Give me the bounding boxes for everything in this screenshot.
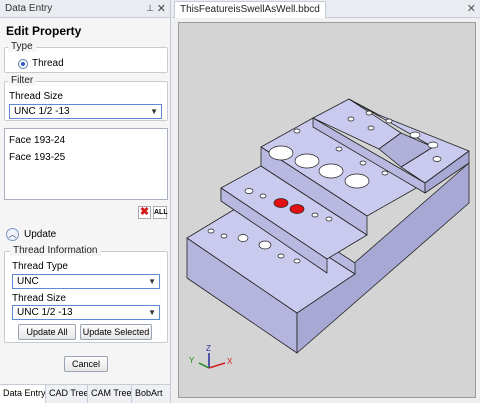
thread-type-label: Thread Type xyxy=(12,261,68,272)
pin-icon[interactable]: ⊥ xyxy=(146,3,154,14)
list-item[interactable]: Face 193-24 xyxy=(5,133,167,147)
thread-size-label: Thread Size xyxy=(9,91,63,102)
delete-icon[interactable]: ✖ xyxy=(138,206,151,219)
svg-text:X: X xyxy=(227,357,233,366)
document-tabbar: ThisFeatureisSwellAsWell.bbcd ✕ xyxy=(172,0,480,18)
tab-cam-tree[interactable]: CAM Tree xyxy=(88,385,132,403)
radio-selected-icon xyxy=(18,58,28,69)
select-all-icon[interactable]: ALL xyxy=(153,206,168,219)
page-title: Edit Property xyxy=(6,24,82,38)
select-all-label: ALL xyxy=(154,209,168,216)
tab-data-entry[interactable]: Data Entry xyxy=(0,385,46,403)
tab-document[interactable]: ThisFeatureisSwellAsWell.bbcd xyxy=(174,1,326,18)
svg-text:Y: Y xyxy=(189,356,195,365)
face-193-24 xyxy=(273,198,289,208)
info-thread-size-value: UNC 1/2 -13 xyxy=(17,307,73,318)
cad-model-view[interactable]: Z X Y xyxy=(179,23,477,399)
thread-radio[interactable]: Thread xyxy=(18,58,64,69)
data-entry-panel: Data Entry ⊥ ✕ Edit Property Type Thread… xyxy=(0,0,171,403)
close-icon[interactable]: ✕ xyxy=(157,2,166,15)
face-193-25 xyxy=(289,204,305,214)
panel-tabs: Data Entry CAD Tree CAM Tree BobArt xyxy=(0,384,171,403)
tab-bobart[interactable]: BobArt xyxy=(132,385,171,403)
thread-info-legend: Thread Information xyxy=(10,245,101,256)
3d-viewport[interactable]: Z X Y xyxy=(178,22,476,398)
filter-thread-size-select[interactable]: UNC 1/2 -13 ▼ xyxy=(9,104,162,119)
cancel-button[interactable]: Cancel xyxy=(64,356,108,372)
panel-title: Data Entry xyxy=(5,3,53,14)
filter-legend: Filter xyxy=(8,75,37,86)
filter-thread-size-value: UNC 1/2 -13 xyxy=(14,106,70,117)
panel-title-bar: Data Entry ⊥ ✕ xyxy=(0,0,170,18)
faces-list[interactable]: Face 193-24 Face 193-25 xyxy=(4,128,168,200)
thread-type-value: UNC xyxy=(17,276,39,287)
info-thread-size-label: Thread Size xyxy=(12,293,66,304)
cad-model xyxy=(186,98,470,354)
thread-radio-label: Thread xyxy=(32,58,64,69)
thread-type-select[interactable]: UNC ▼ xyxy=(12,274,160,289)
axis-triad-icon: Z X Y xyxy=(189,344,233,369)
update-label: Update xyxy=(24,229,57,240)
update-all-button[interactable]: Update All xyxy=(18,324,76,340)
close-icon[interactable]: ✕ xyxy=(467,2,476,15)
tab-cad-tree[interactable]: CAD Tree xyxy=(46,385,88,403)
chevron-down-icon: ▼ xyxy=(148,277,156,286)
update-selected-button[interactable]: Update Selected xyxy=(80,324,152,340)
update-expander[interactable]: ︿ Update xyxy=(6,228,56,241)
type-legend: Type xyxy=(8,41,36,52)
svg-text:Z: Z xyxy=(206,344,211,353)
chevron-down-icon: ▼ xyxy=(150,107,158,116)
list-item[interactable]: Face 193-25 xyxy=(5,150,167,164)
info-thread-size-select[interactable]: UNC 1/2 -13 ▼ xyxy=(12,305,160,320)
chevron-down-icon: ▼ xyxy=(148,308,156,317)
chevron-up-icon: ︿ xyxy=(6,228,19,241)
